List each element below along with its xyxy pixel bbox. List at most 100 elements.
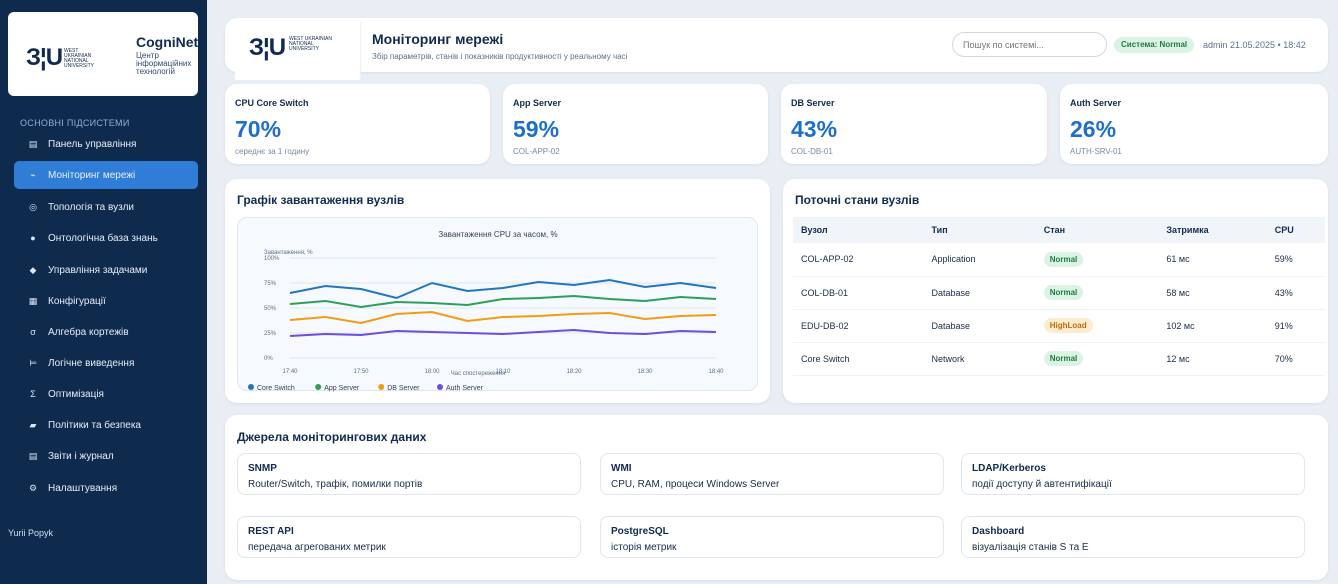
sidebar-item-12[interactable]: ⚙ Налаштування bbox=[14, 474, 198, 502]
latency-cell: 102 мс bbox=[1158, 309, 1267, 343]
source-name: REST API bbox=[248, 526, 294, 537]
header-logo-mark: З¦U bbox=[249, 34, 286, 61]
source-description: CPU, RAM, процеси Windows Server bbox=[611, 479, 780, 490]
sidebar-item-6[interactable]: ▦ Конфігурації bbox=[14, 287, 198, 315]
x-tick-label: 18:00 bbox=[424, 369, 440, 375]
kpi-value: 59% bbox=[513, 116, 560, 142]
kpi-sub: AUTH-SRV-01 bbox=[1070, 147, 1122, 156]
sidebar-item-2[interactable]: ⌁ Моніторинг мережі bbox=[14, 161, 198, 189]
source-tile[interactable]: Dashboard візуалізація станів S та E bbox=[961, 516, 1305, 558]
column-header-state[interactable]: Стан bbox=[1035, 217, 1159, 243]
status-badge: HighLoad bbox=[1043, 318, 1093, 333]
y-tick-label: 100% bbox=[264, 256, 280, 262]
node-states-card: Поточні стани вузлів Вузол Тип Стан Затр… bbox=[783, 179, 1328, 403]
column-header-latency[interactable]: Затримка bbox=[1158, 217, 1267, 243]
sidebar-item-3[interactable]: ◎ Топологія та вузли bbox=[14, 193, 198, 221]
table-row[interactable]: EDU-DB-02 Database HighLoad 102 мс 91% bbox=[793, 309, 1325, 343]
gear-icon: ⚙ bbox=[28, 482, 38, 493]
sidebar-item-8[interactable]: ⊨ Логічне виведення bbox=[14, 349, 198, 377]
sidebar-item-label: Звіти і журнал bbox=[48, 450, 114, 462]
kpi-label: Auth Server bbox=[1070, 98, 1122, 108]
sidebar-item-9[interactable]: Σ Оптимізація bbox=[14, 380, 198, 408]
kpi-card-core-switch[interactable]: CPU Core Switch 70% середнє за 1 годину bbox=[225, 84, 490, 164]
sidebar-item-label: Налаштування bbox=[48, 482, 118, 494]
column-header-node[interactable]: Вузол bbox=[793, 217, 924, 243]
system-status-badge: Система: Normal bbox=[1114, 37, 1195, 53]
brand-logo[interactable]: З¦U WEST UKRAINIAN NATIONAL UNIVERSITY C… bbox=[8, 12, 198, 96]
sidebar-item-label: Управління задачами bbox=[48, 264, 148, 276]
source-description: історія метрик bbox=[611, 542, 677, 553]
search-input[interactable] bbox=[952, 32, 1107, 57]
kpi-label: DB Server bbox=[791, 98, 835, 108]
data-sources-title: Джерела моніторингових даних bbox=[237, 430, 427, 444]
legend-label: DB Server bbox=[387, 385, 420, 392]
source-tile[interactable]: LDAP/Kerberos події доступу й автентифіка… bbox=[961, 453, 1305, 495]
type-cell: Database bbox=[923, 276, 1036, 310]
algebra-icon: σ bbox=[30, 327, 36, 337]
sidebar-section-label: ОСНОВНІ ПІДСИСТЕМИ bbox=[20, 118, 130, 128]
state-cell: Normal bbox=[1035, 342, 1159, 376]
column-header-cpu[interactable]: CPU bbox=[1266, 217, 1325, 243]
brand-name: CogniNet bbox=[136, 34, 199, 50]
sidebar: З¦U WEST UKRAINIAN NATIONAL UNIVERSITY C… bbox=[0, 0, 207, 584]
chart-section-title: Графік завантаження вузлів bbox=[237, 193, 405, 207]
sidebar-item-1[interactable]: ▤ Панель управління bbox=[14, 130, 198, 158]
node-cell: COL-DB-01 bbox=[793, 276, 924, 310]
kpi-label: App Server bbox=[513, 98, 562, 108]
sidebar-item-label: Моніторинг мережі bbox=[48, 169, 136, 181]
legend-label: App Server bbox=[324, 385, 360, 392]
sidebar-item-10[interactable]: ▰ Політики та безпека bbox=[14, 411, 198, 439]
source-tile[interactable]: REST API передача агрегованих метрик bbox=[237, 516, 581, 558]
type-cell: Database bbox=[923, 309, 1036, 343]
sidebar-item-7[interactable]: σ Алгебра кортежів bbox=[14, 318, 198, 346]
page-title: Моніторинг мережі bbox=[372, 31, 504, 47]
type-cell: Application bbox=[923, 243, 1036, 277]
source-name: Dashboard bbox=[972, 526, 1025, 537]
table-row[interactable]: COL-APP-02 Application Normal 61 мс 59% bbox=[793, 243, 1325, 277]
column-header-type[interactable]: Тип bbox=[923, 217, 1036, 243]
state-cell: HighLoad bbox=[1035, 309, 1159, 343]
chart-container: Завантаження CPU за часом, % Завантаження… bbox=[237, 217, 758, 392]
user-name[interactable]: Yurii Popyk bbox=[8, 528, 53, 538]
source-name: LDAP/Kerberos bbox=[972, 463, 1046, 474]
sidebar-item-4[interactable]: ● Онтологічна база знань bbox=[14, 224, 198, 252]
cpu-load-chart: Завантаження CPU за часом, %Завантаження… bbox=[248, 230, 724, 392]
header-logo: З¦U WEST UKRAINIAN NATIONAL UNIVERSITY bbox=[235, 22, 361, 80]
table-row[interactable]: COL-DB-01 Database Normal 58 мс 43% bbox=[793, 276, 1325, 310]
legend-marker bbox=[378, 384, 385, 390]
kpi-card-auth-server[interactable]: Auth Server 26% AUTH-SRV-01 bbox=[1060, 84, 1328, 164]
report-icon: ▤ bbox=[28, 450, 38, 461]
page-subtitle: Збір параметрів, станів і показників про… bbox=[372, 52, 628, 61]
table-row[interactable]: Core Switch Network Normal 12 мс 70% bbox=[793, 342, 1325, 376]
source-description: події доступу й автентифікації bbox=[972, 479, 1112, 490]
source-description: візуалізація станів S та E bbox=[972, 542, 1089, 553]
cpu-cell: 59% bbox=[1266, 243, 1325, 277]
kpi-label: CPU Core Switch bbox=[235, 98, 309, 108]
node-states-table: Вузол Тип Стан Затримка CPU COL-APP-02 Ap… bbox=[793, 217, 1325, 376]
config-icon: ▦ bbox=[28, 295, 38, 306]
brand-subtitle: Центр інформаційних технологій bbox=[136, 51, 192, 76]
source-tile[interactable]: SNMP Router/Switch, трафік, помилки порті… bbox=[237, 453, 581, 495]
kpi-sub: COL-DB-01 bbox=[791, 147, 833, 156]
inference-icon: ⊨ bbox=[29, 357, 37, 368]
legend-label: Auth Server bbox=[446, 385, 484, 392]
chart-title: Завантаження CPU за часом, % bbox=[438, 230, 557, 239]
x-tick-label: 17:40 bbox=[282, 369, 298, 375]
sidebar-item-5[interactable]: ◆ Управління задачами bbox=[14, 256, 198, 284]
topology-icon: ◎ bbox=[29, 201, 37, 212]
latency-cell: 61 мс bbox=[1158, 243, 1267, 277]
source-tile[interactable]: WMI CPU, RAM, процеси Windows Server bbox=[600, 453, 944, 495]
source-name: SNMP bbox=[248, 463, 277, 474]
kpi-card-app-server[interactable]: App Server 59% COL-APP-02 bbox=[503, 84, 768, 164]
knowledge-icon: ● bbox=[30, 233, 36, 243]
kpi-value: 70% bbox=[235, 116, 282, 142]
header-logo-text: WEST UKRAINIAN NATIONAL UNIVERSITY bbox=[289, 36, 332, 52]
kpi-card-db-server[interactable]: DB Server 43% COL-DB-01 bbox=[781, 84, 1047, 164]
table-header-row: Вузол Тип Стан Затримка CPU bbox=[793, 217, 1325, 243]
legend-marker bbox=[437, 384, 443, 390]
source-tile[interactable]: PostgreSQL історія метрик bbox=[600, 516, 944, 558]
sidebar-item-11[interactable]: ▤ Звіти і журнал bbox=[14, 442, 198, 470]
kpi-value: 43% bbox=[791, 116, 838, 142]
legend-label: Core Switch bbox=[257, 385, 295, 392]
y-tick-label: 0% bbox=[264, 356, 273, 362]
